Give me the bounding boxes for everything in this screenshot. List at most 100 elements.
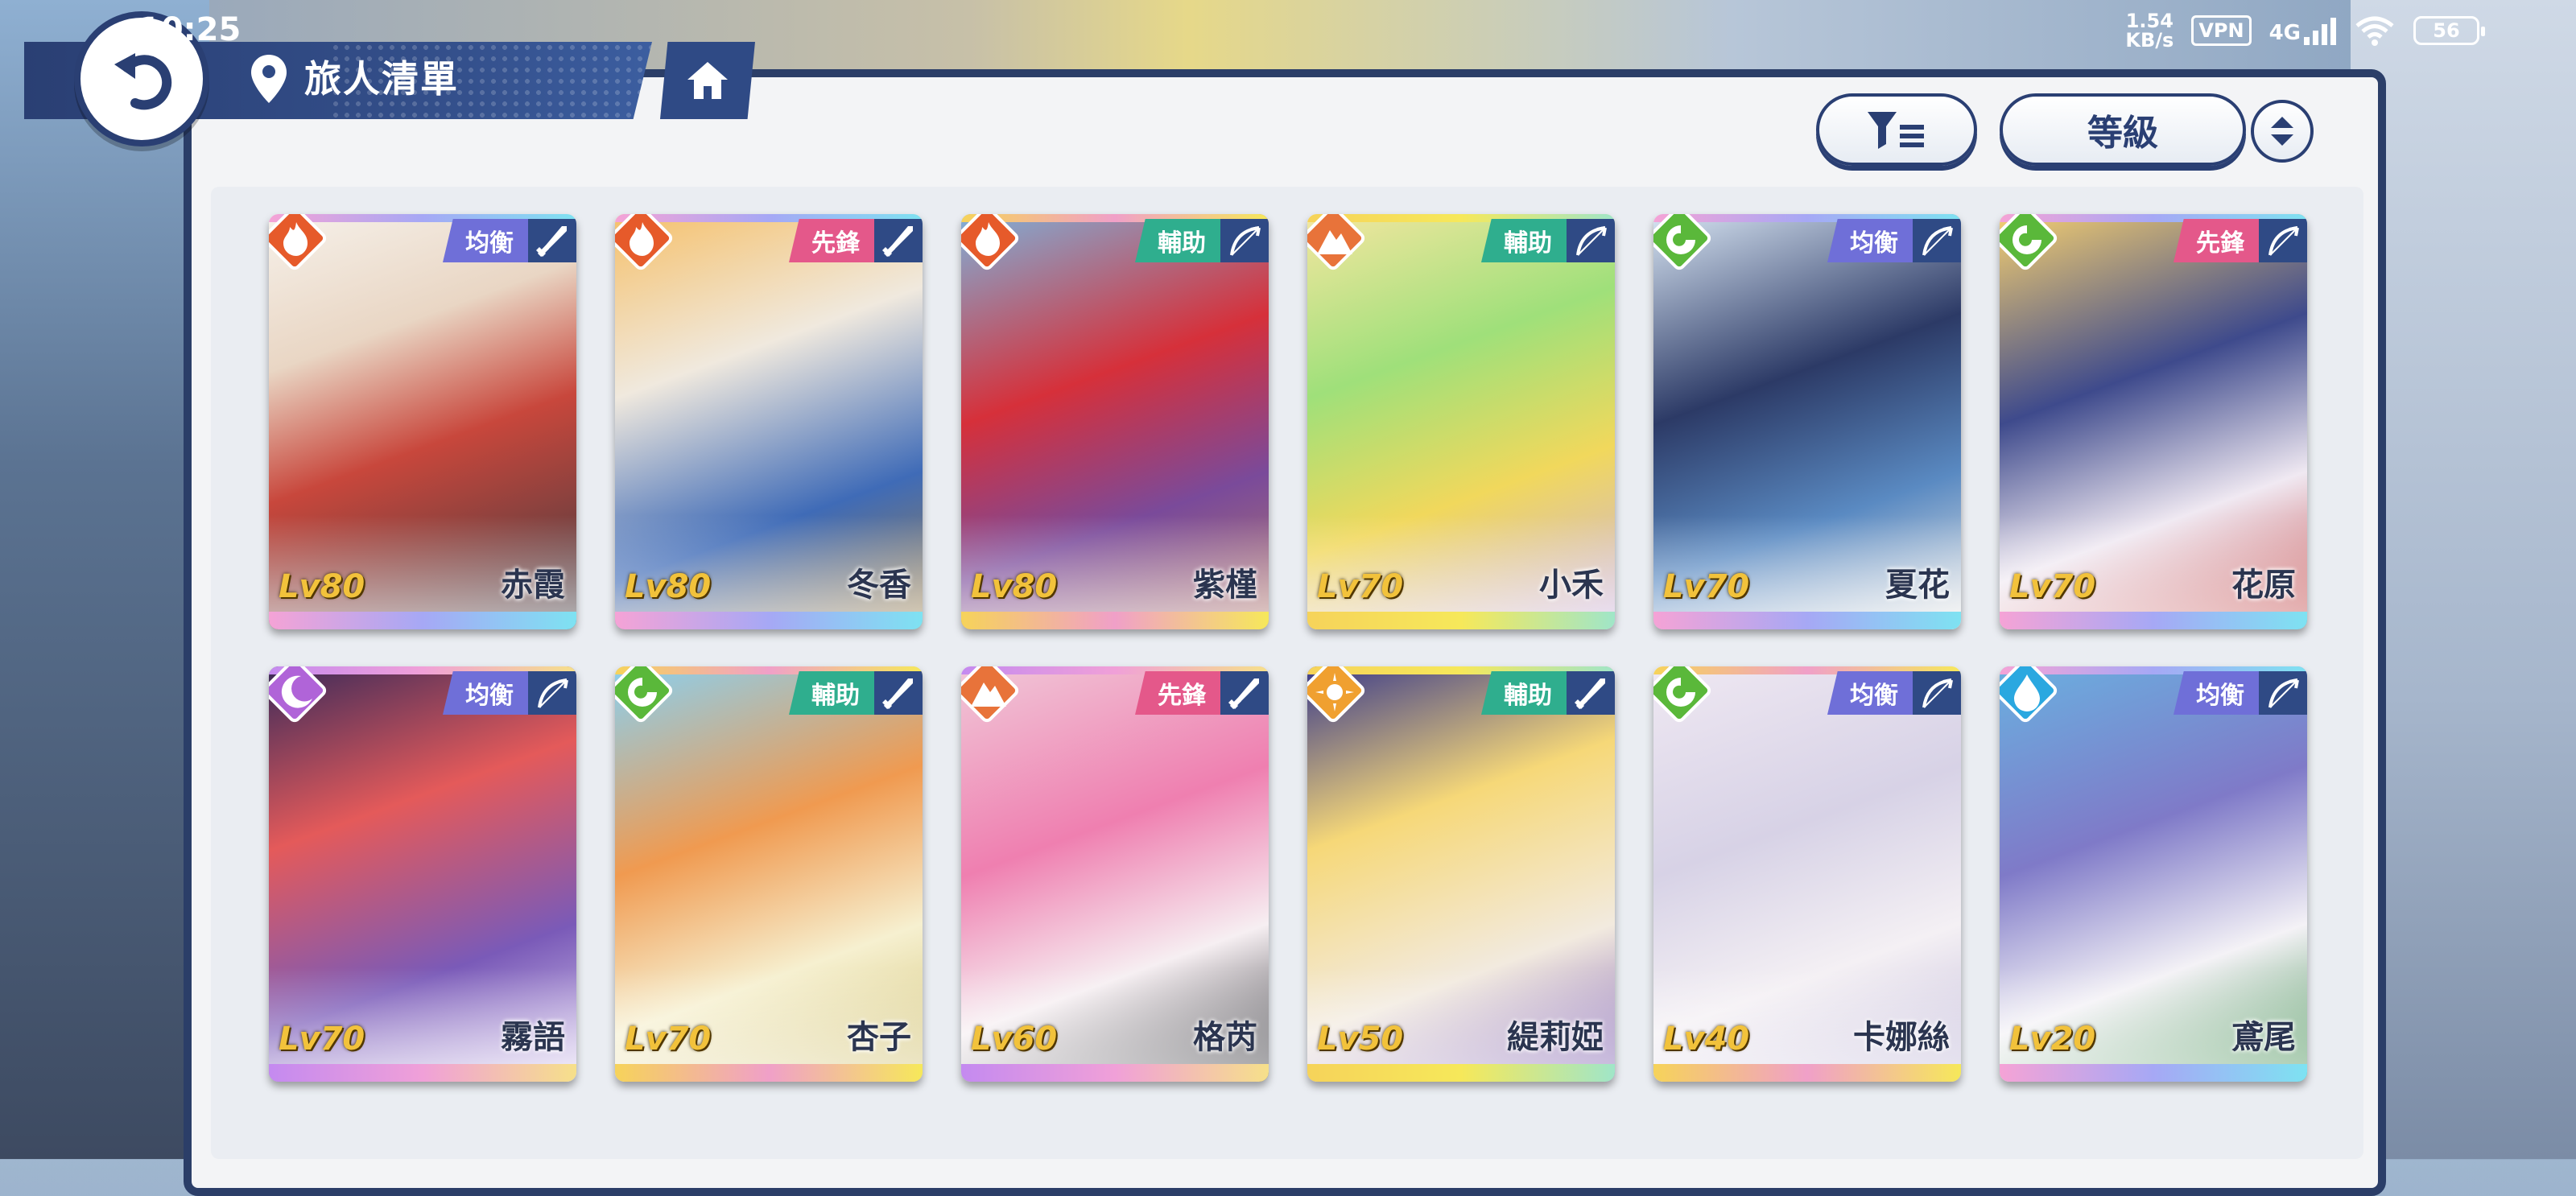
bow-icon: [2259, 219, 2307, 262]
character-name: 冬香: [847, 567, 911, 604]
character-card[interactable]: 輔助 Lv50 緹莉婭: [1307, 666, 1615, 1082]
character-card[interactable]: 先鋒 Lv80 冬香: [615, 214, 923, 629]
sort-order-button[interactable]: [2251, 100, 2314, 163]
bow-icon: [1220, 219, 1269, 262]
role-badge: 先鋒: [2174, 219, 2307, 262]
rarity-strip: [1653, 612, 1961, 629]
sword-icon: [874, 671, 923, 715]
character-card[interactable]: 先鋒 Lv60 格芮: [961, 666, 1269, 1082]
rarity-strip: [961, 612, 1269, 629]
character-name: 花原: [2231, 567, 2296, 604]
character-card[interactable]: 輔助 Lv70 杏子: [615, 666, 923, 1082]
role-badge: 輔助: [1481, 219, 1615, 262]
role-badge: 先鋒: [1135, 671, 1269, 715]
rarity-strip: [1653, 1064, 1961, 1082]
sort-order-icon: [2271, 117, 2293, 146]
sword-icon: [1567, 671, 1615, 715]
role-label: 輔助: [1135, 219, 1220, 262]
rarity-strip: [2000, 1064, 2307, 1082]
bow-icon: [1913, 219, 1961, 262]
network-type: 4G: [2268, 21, 2301, 45]
character-level: Lv40: [1663, 1021, 1750, 1058]
rarity-strip: [1307, 1064, 1615, 1082]
rarity-strip: [615, 1064, 923, 1082]
vpn-badge: VPN: [2191, 15, 2252, 46]
character-name: 赤霞: [501, 567, 565, 604]
wind-icon: [2000, 214, 2060, 273]
character-level: Lv80: [625, 568, 712, 605]
wifi-icon: [2355, 16, 2394, 46]
role-badge: 均衡: [1827, 219, 1961, 262]
sun-icon: [1307, 666, 1368, 725]
role-label: 均衡: [443, 219, 528, 262]
bow-icon: [1567, 219, 1615, 262]
sort-select[interactable]: 等級: [2000, 93, 2246, 166]
bow-icon: [2259, 671, 2307, 715]
role-label: 先鋒: [2174, 219, 2259, 262]
fire-icon: [961, 214, 1022, 273]
character-name: 紫槿: [1193, 567, 1257, 604]
character-card[interactable]: 均衡 Lv20 鳶尾: [2000, 666, 2307, 1082]
character-name: 鳶尾: [2231, 1019, 2296, 1056]
character-name: 卡娜絲: [1853, 1019, 1950, 1056]
rarity-strip: [269, 1064, 576, 1082]
character-card[interactable]: 均衡 Lv40 卡娜絲: [1653, 666, 1961, 1082]
role-badge: 均衡: [1827, 671, 1961, 715]
moon-icon: [269, 666, 329, 725]
earth-icon: [1307, 214, 1368, 273]
rarity-strip: [961, 1064, 1269, 1082]
rarity-strip: [1307, 612, 1615, 629]
character-level: Lv80: [971, 568, 1058, 605]
status-bar: 10:25 1.54 KB/s VPN 4G 56: [0, 0, 2576, 64]
status-indicators: 1.54 KB/s VPN 4G 56: [2125, 11, 2485, 50]
battery-indicator: 56: [2413, 16, 2485, 45]
character-card[interactable]: 均衡 Lv80 赤霞: [269, 214, 576, 629]
water-icon: [2000, 666, 2060, 725]
wind-icon: [1653, 214, 1714, 273]
character-card[interactable]: 輔助 Lv80 紫槿: [961, 214, 1269, 629]
fire-icon: [615, 214, 675, 273]
role-badge: 輔助: [789, 671, 923, 715]
character-card[interactable]: 均衡 Lv70 霧語: [269, 666, 576, 1082]
character-level: Lv70: [1317, 568, 1404, 605]
sword-icon: [528, 219, 576, 262]
earth-icon: [961, 666, 1022, 725]
role-label: 先鋒: [789, 219, 874, 262]
character-level: Lv70: [1663, 568, 1750, 605]
bow-icon: [528, 671, 576, 715]
rarity-strip: [2000, 612, 2307, 629]
role-badge: 均衡: [443, 671, 576, 715]
character-level: Lv70: [279, 1021, 365, 1058]
wind-icon: [1653, 666, 1714, 725]
role-badge: 輔助: [1481, 671, 1615, 715]
role-label: 輔助: [789, 671, 874, 715]
role-label: 輔助: [1481, 671, 1567, 715]
role-badge: 先鋒: [789, 219, 923, 262]
filter-button[interactable]: [1816, 93, 1977, 166]
role-badge: 輔助: [1135, 219, 1269, 262]
character-grid: 均衡 Lv80 赤霞 先鋒 Lv80 冬香 輔助 Lv80 紫槿 輔助 Lv70 小禾 均衡 Lv70 夏花…: [269, 214, 2314, 1091]
role-label: 均衡: [2174, 671, 2259, 715]
wind-icon: [615, 666, 675, 725]
sword-icon: [874, 219, 923, 262]
character-level: Lv60: [971, 1021, 1058, 1058]
filter-icon: [1868, 112, 1924, 149]
role-label: 輔助: [1481, 219, 1567, 262]
character-name: 格芮: [1193, 1019, 1257, 1056]
character-level: Lv50: [1317, 1021, 1404, 1058]
character-card[interactable]: 輔助 Lv70 小禾: [1307, 214, 1615, 629]
status-time: 10:25: [138, 11, 242, 48]
character-level: Lv80: [279, 568, 365, 605]
character-level: Lv70: [2009, 568, 2096, 605]
signal-indicator: 4G: [2269, 16, 2336, 45]
character-card[interactable]: 均衡 Lv70 夏花: [1653, 214, 1961, 629]
role-label: 均衡: [1827, 671, 1913, 715]
role-label: 均衡: [443, 671, 528, 715]
role-label: 均衡: [1827, 219, 1913, 262]
character-card[interactable]: 先鋒 Lv70 花原: [2000, 214, 2307, 629]
character-name: 小禾: [1539, 567, 1604, 604]
character-name: 夏花: [1885, 567, 1950, 604]
signal-bars-icon: [2304, 16, 2336, 45]
rarity-strip: [269, 612, 576, 629]
role-label: 先鋒: [1135, 671, 1220, 715]
